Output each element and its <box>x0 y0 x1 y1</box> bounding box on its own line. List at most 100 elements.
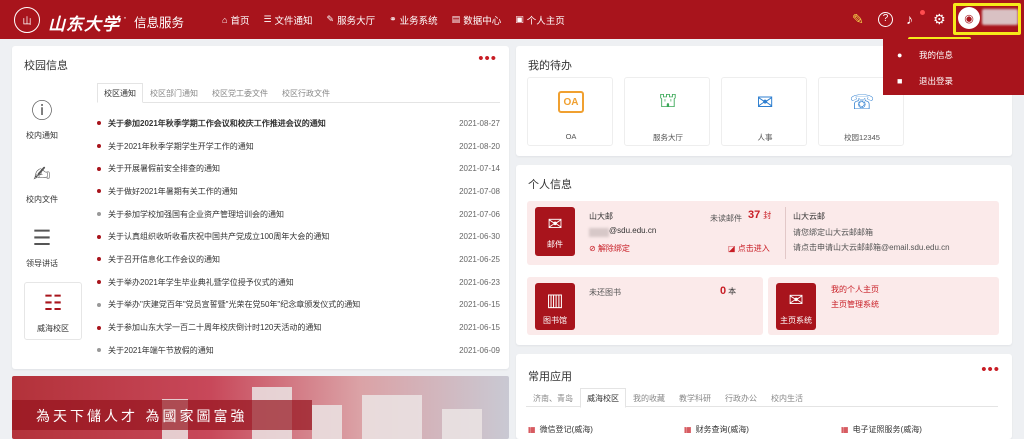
enter-mail-link[interactable]: ◪ 点击进入 <box>728 243 770 254</box>
news-date: 2021-06-23 <box>459 277 500 287</box>
mail-tile[interactable]: ✉ 邮件 <box>535 207 575 256</box>
unbind-link[interactable]: ⊘ 解除绑定 <box>589 243 630 254</box>
news-title[interactable]: 关于认真组织收听收看庆祝中国共产党成立100周年大会的通知 <box>108 231 459 242</box>
category-notices[interactable]: ⓘ 校内通知 <box>14 96 70 146</box>
todo-oa[interactable]: OA OA <box>527 77 613 146</box>
news-title[interactable]: 关于做好2021年暑期有关工作的通知 <box>108 186 459 197</box>
tab-dept-notice[interactable]: 校区部门通知 <box>143 83 205 103</box>
category-weihai[interactable]: ☷ 威海校区 <box>24 282 82 340</box>
data-icon: ▤ <box>451 14 461 24</box>
nav-business-systems[interactable]: ⚭ 业务系统 <box>389 13 438 27</box>
tab-campus-notice[interactable]: 校区通知 <box>97 83 143 103</box>
homepage-tile[interactable]: ✉ 主页系统 <box>776 283 816 330</box>
list-item[interactable]: 关于举办2021年学生毕业典礼暨学位授予仪式的通知 2021-06-23 <box>97 271 500 294</box>
nav-service-hall[interactable]: ✎ 服务大厅 <box>327 13 376 27</box>
mail-user-blurred <box>589 228 609 237</box>
tab-admin-office[interactable]: 行政办公 <box>718 388 764 408</box>
nav-data-center[interactable]: ▤ 数据中心 <box>452 13 502 27</box>
news-date: 2021-06-09 <box>459 345 500 355</box>
tab-jinan-qingdao[interactable]: 济南、青岛 <box>526 388 580 408</box>
bullet <box>97 234 101 239</box>
banner-slogan: 為天下儲人才 為國家圖富強 <box>36 409 248 425</box>
university-logo[interactable]: 山 <box>14 7 40 33</box>
list-item[interactable]: 关于参加学校加强国有企业资产管理培训会的通知 2021-07-06 <box>97 203 500 226</box>
gear-icon[interactable]: ⚙ <box>933 12 946 26</box>
list-item[interactable]: 关于参加2021年秋季学期工作会议和校庆工作推进会议的通知 2021-08-27 <box>97 112 500 135</box>
speech-icon: ☰ <box>32 226 52 250</box>
list-item[interactable]: 关于召开信息化工作会议的通知 2021-06-25 <box>97 248 500 271</box>
nav-notices[interactable]: ☰ 文件通知 <box>263 13 312 27</box>
unread-label: 未读邮件 <box>710 214 742 223</box>
list-item[interactable]: 关于2021年端午节放假的通知 2021-06-09 <box>97 339 500 362</box>
app-label: 财务查询(威海) <box>695 425 749 434</box>
news-title[interactable]: 关于参加2021年秋季学期工作会议和校庆工作推进会议的通知 <box>108 118 459 129</box>
news-list: 关于参加2021年秋季学期工作会议和校庆工作推进会议的通知 2021-08-27 … <box>97 112 500 362</box>
yun-apply-link[interactable]: 请点击申请山大云邮邮箱@email.sdu.edu.cn <box>793 242 950 253</box>
more-icon[interactable]: ••• <box>981 362 1000 377</box>
todo-hr[interactable]: ✉ 人事 <box>721 77 807 146</box>
app-item[interactable]: ▦ 电子证照服务(威海) <box>841 424 922 435</box>
homepage-admin-link[interactable]: 主页管理系统 <box>831 299 879 310</box>
tab-teaching-research[interactable]: 教学科研 <box>672 388 718 408</box>
list-item[interactable]: 关于认真组织收听收看庆祝中国共产党成立100周年大会的通知 2021-06-30 <box>97 225 500 248</box>
news-title[interactable]: 关于2021年端午节放假的通知 <box>108 345 459 356</box>
hotline-icon: ☏ <box>849 91 875 114</box>
news-title[interactable]: 关于召开信息化工作会议的通知 <box>108 254 459 265</box>
nav-personal-home[interactable]: ▣ 个人主页 <box>515 13 565 27</box>
news-title[interactable]: 关于参加山东大学一百二十周年校庆倒计时120天活动的通知 <box>108 322 459 333</box>
enter-icon: ◪ <box>728 244 738 253</box>
nav-home[interactable]: ⌂ 首页 <box>222 13 249 27</box>
nav-label: 服务大厅 <box>337 15 376 27</box>
list-item[interactable]: 关于开展暑假前安全排查的通知 2021-07-14 <box>97 157 500 180</box>
enter-label: 点击进入 <box>737 244 770 253</box>
category-files[interactable]: ✍ 校内文件 <box>14 160 70 210</box>
menu-logout[interactable]: ■ 退出登录 <box>883 68 1024 94</box>
more-icon[interactable]: ••• <box>478 51 497 66</box>
card-title: 常用应用 <box>528 371 572 383</box>
news-title[interactable]: 关于开展暑假前安全排查的通知 <box>108 163 459 174</box>
todo-label: 服务大厅 <box>653 133 683 142</box>
app-icon: ▦ <box>528 425 536 434</box>
yun-bind-hint[interactable]: 请您绑定山大云邮邮箱 <box>793 227 873 238</box>
app-item[interactable]: ▦ 微信登记(威海) <box>528 424 593 435</box>
library-label: 图书馆 <box>543 316 567 325</box>
news-title[interactable]: 关于举办"庆建党百年"党员宣誓暨"光荣在党50年"纪念章颁发仪式的通知 <box>108 299 459 310</box>
bullet <box>97 144 101 149</box>
news-title[interactable]: 关于2021年秋季学期学生开学工作的通知 <box>108 141 459 152</box>
username-blurred[interactable] <box>982 9 1018 25</box>
news-date: 2021-08-27 <box>459 118 500 128</box>
news-title[interactable]: 关于参加学校加强国有企业资产管理培训会的通知 <box>108 209 459 220</box>
category-speeches[interactable]: ☰ 领导讲话 <box>14 224 70 274</box>
book-count: 0 <box>720 285 727 297</box>
news-title[interactable]: 关于举办2021年学生毕业典礼暨学位授予仪式的通知 <box>108 277 459 288</box>
book-count-wrap: 0本 <box>720 285 736 297</box>
brand-subtitle: 信息服务 <box>134 16 185 30</box>
yun-title: 山大云邮 <box>793 212 825 221</box>
bell-icon[interactable]: ♪ <box>906 12 913 26</box>
tab-campus-life[interactable]: 校内生活 <box>764 388 810 408</box>
list-item[interactable]: 关于做好2021年暑期有关工作的通知 2021-07-08 <box>97 180 500 203</box>
todo-service-hall[interactable]: ⛫ 服务大厅 <box>624 77 710 146</box>
menu-my-info[interactable]: ● 我的信息 <box>883 42 1024 68</box>
tab-party-files[interactable]: 校区党工委文件 <box>205 83 275 103</box>
tab-admin-files[interactable]: 校区行政文件 <box>275 83 337 103</box>
my-homepage-link[interactable]: 我的个人主页 <box>831 284 879 295</box>
category-label: 校内文件 <box>26 195 58 204</box>
list-item[interactable]: 关于2021年秋季学期学生开学工作的通知 2021-08-20 <box>97 135 500 158</box>
app-label: 微信登记(威海) <box>539 425 593 434</box>
unlink-icon: ⊘ <box>589 244 598 253</box>
bullet <box>97 212 101 217</box>
list-item[interactable]: 关于举办"庆建党百年"党员宣誓暨"光荣在党50年"纪念章颁发仪式的通知 2021-… <box>97 294 500 317</box>
notification-dot <box>920 10 925 15</box>
help-icon[interactable]: ? <box>878 12 893 27</box>
avatar[interactable]: ◉ <box>958 7 980 29</box>
campus-banner[interactable]: 為天下儲人才 為國家圖富強 <box>12 376 509 439</box>
tab-weihai[interactable]: 威海校区 <box>580 388 626 408</box>
list-icon: ☰ <box>263 14 272 24</box>
tab-favorites[interactable]: 我的收藏 <box>626 388 672 408</box>
list-item[interactable]: 关于参加山东大学一百二十周年校庆倒计时120天活动的通知 2021-06-15 <box>97 316 500 339</box>
library-tile[interactable]: ▥ 图书馆 <box>535 283 575 330</box>
note-icon[interactable]: ✎ <box>852 12 864 26</box>
app-icon: ▦ <box>841 425 849 434</box>
app-item[interactable]: ▦ 财务查询(威海) <box>684 424 749 435</box>
